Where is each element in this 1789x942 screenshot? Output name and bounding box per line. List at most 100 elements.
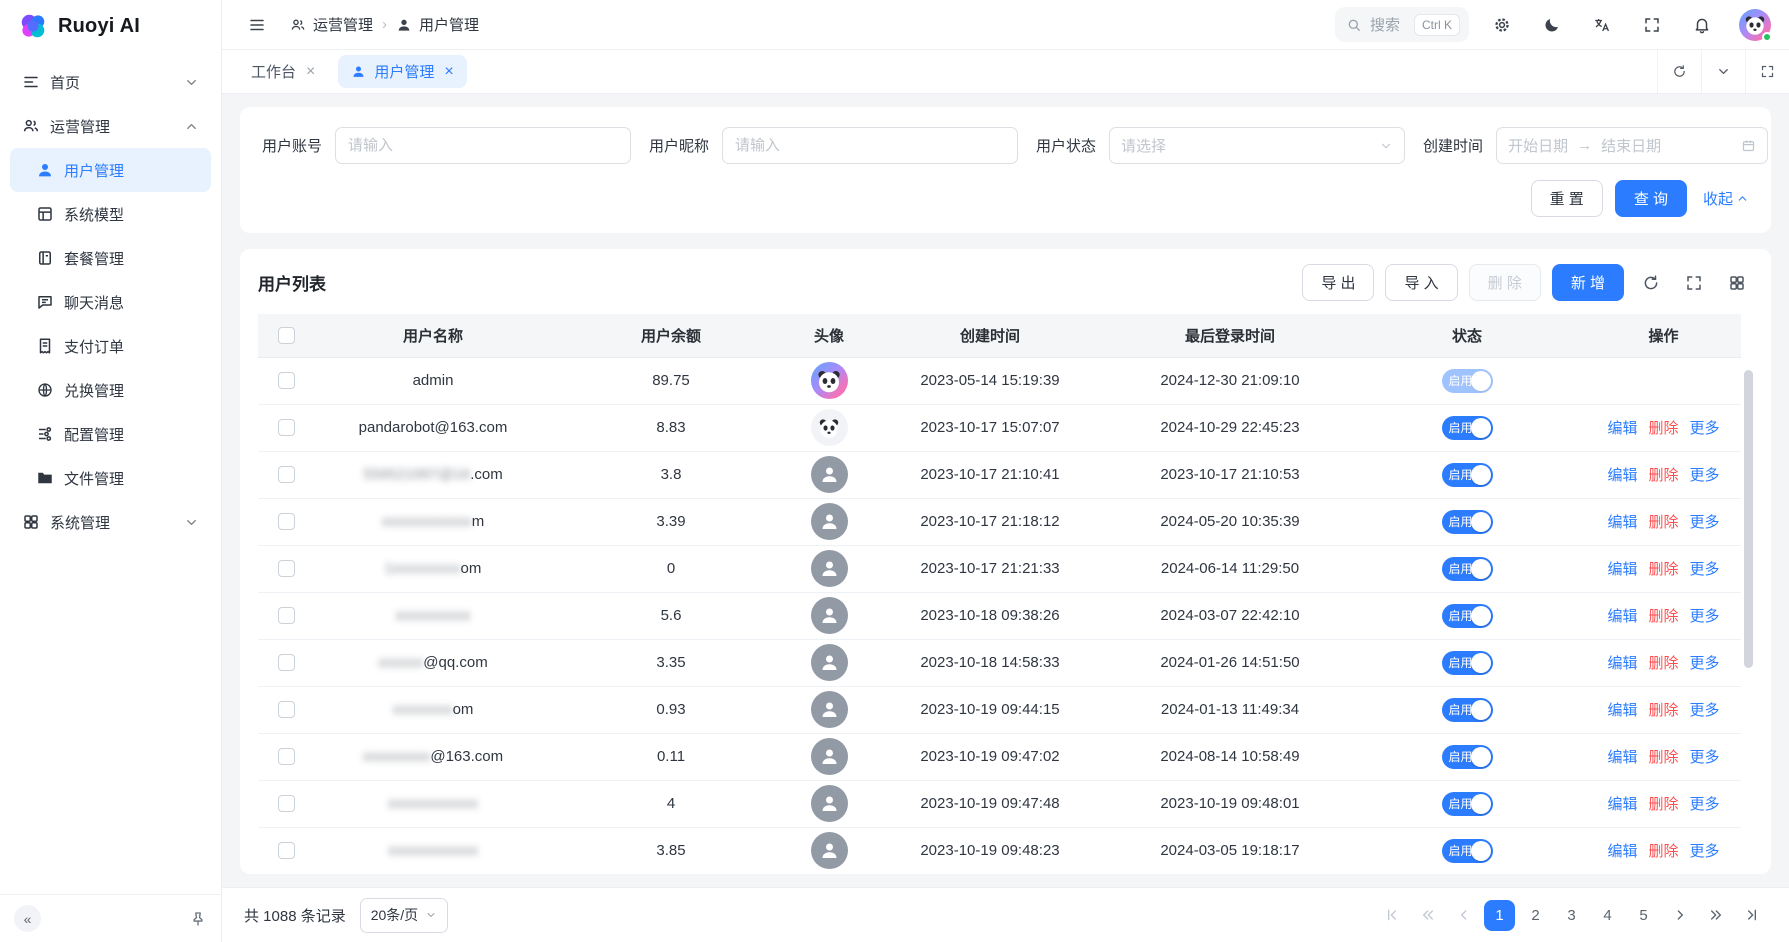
sidebar-item-exchange-management[interactable]: 兑换管理 bbox=[10, 368, 211, 412]
prev-page-button[interactable] bbox=[1448, 900, 1479, 931]
add-button[interactable]: 新 增 bbox=[1552, 264, 1624, 301]
more-link[interactable]: 更多 bbox=[1690, 417, 1720, 438]
tab-refresh-button[interactable] bbox=[1657, 50, 1701, 93]
page-button-1[interactable]: 1 bbox=[1484, 900, 1515, 931]
tab-1[interactable]: 工作台× bbox=[238, 55, 328, 88]
sidebar-collapse-button[interactable]: « bbox=[14, 905, 41, 932]
sidebar-item-operations[interactable]: 运营管理 bbox=[10, 104, 211, 148]
row-checkbox[interactable] bbox=[278, 654, 295, 671]
collapse-filters-link[interactable]: 收起 bbox=[1703, 188, 1749, 209]
status-toggle[interactable]: 启用 bbox=[1442, 557, 1493, 581]
page-button-2[interactable]: 2 bbox=[1520, 900, 1551, 931]
delete-link[interactable]: 删除 bbox=[1648, 511, 1678, 532]
page-button-5[interactable]: 5 bbox=[1628, 900, 1659, 931]
row-checkbox[interactable] bbox=[278, 795, 295, 812]
import-button[interactable]: 导 入 bbox=[1385, 264, 1457, 301]
sidebar-item-model-management[interactable]: 系统模型 bbox=[10, 192, 211, 236]
sidebar-item-chat-management[interactable]: 聊天消息 bbox=[10, 280, 211, 324]
nickname-input[interactable] bbox=[722, 127, 1018, 164]
breadcrumb-operations[interactable]: 运营管理 bbox=[290, 14, 373, 35]
account-input[interactable] bbox=[335, 127, 631, 164]
status-toggle[interactable]: 启用 bbox=[1442, 745, 1493, 769]
status-toggle[interactable]: 启用 bbox=[1442, 463, 1493, 487]
delete-link[interactable]: 删除 bbox=[1648, 417, 1678, 438]
global-search[interactable]: 搜索 Ctrl K bbox=[1335, 7, 1469, 42]
row-checkbox[interactable] bbox=[278, 419, 295, 436]
close-icon[interactable]: × bbox=[306, 64, 315, 80]
jump-forward-button[interactable] bbox=[1700, 900, 1731, 931]
user-menu-avatar[interactable] bbox=[1739, 9, 1771, 41]
sidebar-item-file-management[interactable]: 文件管理 bbox=[10, 456, 211, 500]
sidebar-item-user-management[interactable]: 用户管理 bbox=[10, 148, 211, 192]
row-checkbox[interactable] bbox=[278, 372, 295, 389]
edit-link[interactable]: 编辑 bbox=[1607, 558, 1637, 579]
status-toggle[interactable]: 启用 bbox=[1442, 698, 1493, 722]
delete-link[interactable]: 删除 bbox=[1648, 793, 1678, 814]
scrollbar-thumb[interactable] bbox=[1744, 370, 1753, 668]
delete-link[interactable]: 删除 bbox=[1648, 605, 1678, 626]
edit-link[interactable]: 编辑 bbox=[1607, 652, 1637, 673]
status-toggle[interactable]: 启用 bbox=[1442, 651, 1493, 675]
column-settings-button[interactable] bbox=[1721, 267, 1753, 299]
date-range-picker[interactable]: 开始日期 → 结束日期 bbox=[1496, 127, 1768, 164]
edit-link[interactable]: 编辑 bbox=[1607, 699, 1637, 720]
delete-button[interactable]: 删 除 bbox=[1469, 264, 1541, 301]
row-checkbox[interactable] bbox=[278, 466, 295, 483]
page-button-3[interactable]: 3 bbox=[1556, 900, 1587, 931]
menu-toggle-button[interactable] bbox=[240, 8, 274, 42]
close-icon[interactable]: × bbox=[444, 64, 453, 80]
more-link[interactable]: 更多 bbox=[1690, 746, 1720, 767]
refresh-button[interactable] bbox=[1635, 267, 1667, 299]
row-checkbox[interactable] bbox=[278, 701, 295, 718]
more-link[interactable]: 更多 bbox=[1690, 699, 1720, 720]
delete-link[interactable]: 删除 bbox=[1648, 558, 1678, 579]
status-toggle[interactable]: 启用 bbox=[1442, 510, 1493, 534]
export-button[interactable]: 导 出 bbox=[1302, 264, 1374, 301]
table-scrollbar[interactable] bbox=[1744, 360, 1753, 874]
delete-link[interactable]: 删除 bbox=[1648, 746, 1678, 767]
language-button[interactable] bbox=[1585, 8, 1619, 42]
edit-link[interactable]: 编辑 bbox=[1607, 417, 1637, 438]
sidebar-item-system[interactable]: 系统管理 bbox=[10, 500, 211, 544]
pin-icon[interactable] bbox=[189, 910, 207, 928]
edit-link[interactable]: 编辑 bbox=[1607, 793, 1637, 814]
search-button[interactable]: 查 询 bbox=[1615, 180, 1687, 217]
row-checkbox[interactable] bbox=[278, 842, 295, 859]
row-checkbox[interactable] bbox=[278, 748, 295, 765]
status-toggle[interactable]: 启用 bbox=[1442, 792, 1493, 816]
last-page-button[interactable] bbox=[1736, 900, 1767, 931]
more-link[interactable]: 更多 bbox=[1690, 605, 1720, 626]
notifications-button[interactable] bbox=[1685, 8, 1719, 42]
status-toggle[interactable]: 启用 bbox=[1442, 416, 1493, 440]
delete-link[interactable]: 删除 bbox=[1648, 652, 1678, 673]
settings-button[interactable] bbox=[1485, 8, 1519, 42]
status-toggle[interactable]: 启用 bbox=[1442, 604, 1493, 628]
next-page-button[interactable] bbox=[1664, 900, 1695, 931]
row-checkbox[interactable] bbox=[278, 607, 295, 624]
status-select[interactable]: 请选择 bbox=[1109, 127, 1405, 164]
page-size-select[interactable]: 20条/页 bbox=[360, 898, 448, 933]
delete-link[interactable]: 删除 bbox=[1648, 840, 1678, 861]
edit-link[interactable]: 编辑 bbox=[1607, 464, 1637, 485]
row-checkbox[interactable] bbox=[278, 560, 295, 577]
row-checkbox[interactable] bbox=[278, 513, 295, 530]
sidebar-item-order-management[interactable]: 支付订单 bbox=[10, 324, 211, 368]
sidebar-item-home[interactable]: 首页 bbox=[10, 60, 211, 104]
edit-link[interactable]: 编辑 bbox=[1607, 840, 1637, 861]
more-link[interactable]: 更多 bbox=[1690, 652, 1720, 673]
dark-mode-button[interactable] bbox=[1535, 8, 1569, 42]
edit-link[interactable]: 编辑 bbox=[1607, 746, 1637, 767]
fullscreen-button[interactable] bbox=[1635, 8, 1669, 42]
tab-2[interactable]: 用户管理× bbox=[338, 55, 466, 88]
delete-link[interactable]: 删除 bbox=[1648, 464, 1678, 485]
tab-maximize-button[interactable] bbox=[1745, 50, 1789, 93]
breadcrumb-user-management[interactable]: 用户管理 bbox=[396, 14, 479, 35]
edit-link[interactable]: 编辑 bbox=[1607, 605, 1637, 626]
more-link[interactable]: 更多 bbox=[1690, 793, 1720, 814]
more-link[interactable]: 更多 bbox=[1690, 558, 1720, 579]
more-link[interactable]: 更多 bbox=[1690, 511, 1720, 532]
delete-link[interactable]: 删除 bbox=[1648, 699, 1678, 720]
more-link[interactable]: 更多 bbox=[1690, 464, 1720, 485]
sidebar-item-package-management[interactable]: 套餐管理 bbox=[10, 236, 211, 280]
jump-back-button[interactable] bbox=[1412, 900, 1443, 931]
